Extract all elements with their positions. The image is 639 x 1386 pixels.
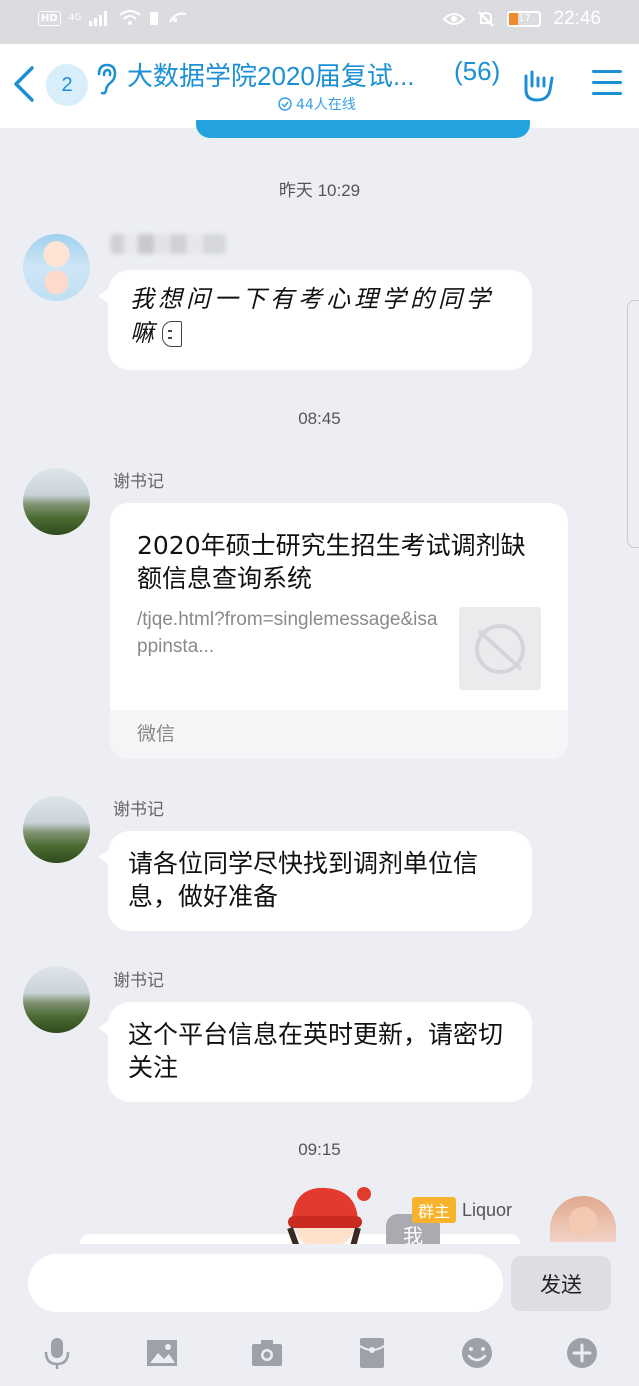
chat-header: 2 大数据学院2020届复试... (56) 44人在线 (0, 44, 639, 128)
message-input[interactable] (28, 1254, 503, 1312)
sender-name: 谢书记 (113, 472, 164, 492)
message-text: 我想问一下有考心理学的同学嘛 (130, 285, 494, 347)
sender-name: 谢书记 (113, 800, 164, 820)
signal-icon (89, 11, 108, 26)
camera-icon[interactable] (250, 1336, 284, 1370)
message-bubble[interactable]: 这个平台信息在英时更新，请密切关注 (98, 1002, 532, 1102)
timestamp: 昨天 10:29 (278, 181, 361, 200)
card-thumbnail (459, 607, 541, 690)
plus-icon[interactable] (565, 1336, 599, 1370)
member-count: (56) (454, 56, 501, 86)
mute-bell-icon (478, 11, 495, 27)
battery-level: 17 (518, 13, 531, 24)
sim-icon (150, 12, 159, 25)
app-notification-icon (169, 12, 187, 23)
red-packet-icon[interactable] (355, 1336, 389, 1370)
back-arrow-icon[interactable] (6, 62, 42, 106)
clock: 22:46 (553, 8, 601, 29)
status-right: 17 22:46 (443, 8, 601, 30)
sender-header: 群主 Liquor (412, 1197, 512, 1223)
input-bar: 发送 (0, 1244, 639, 1386)
status-bar: HD 4G 17 22:46 (0, 0, 639, 44)
emoji-icon (162, 321, 182, 347)
unread-badge[interactable]: 2 (46, 64, 88, 106)
online-check-icon (278, 97, 292, 111)
microphone-icon[interactable] (40, 1336, 74, 1370)
network-type: 4G (68, 13, 82, 23)
avatar[interactable] (23, 796, 90, 863)
status-left: HD 4G (38, 10, 189, 26)
avatar[interactable] (23, 966, 90, 1033)
card-title: 2020年硕士研究生招生考试调剂缺额信息查询系统 (137, 531, 526, 593)
online-count: 44人在线 (296, 97, 356, 113)
timestamp: 08:45 (298, 409, 341, 428)
planet-icon (475, 624, 525, 674)
eye-icon (443, 13, 466, 25)
card-description: /tjqe.html?from=singlemessage&isappinsta… (137, 609, 438, 657)
online-status: 44人在线 (278, 94, 356, 114)
image-icon[interactable] (145, 1336, 179, 1370)
menu-icon[interactable] (592, 70, 622, 100)
owner-badge: 群主 (412, 1197, 457, 1223)
message-text: 请各位同学尽快找到调剂单位信息，做好准备 (128, 849, 479, 911)
message-text: 这个平台信息在英时更新，请密切关注 (128, 1020, 504, 1082)
hd-indicator: HD (38, 10, 61, 26)
battery-icon: 17 (507, 11, 542, 27)
card-source: 微信 (110, 710, 568, 759)
sticker-girl-hat-icon (287, 1187, 371, 1250)
sender-name-blurred (110, 234, 226, 254)
message-bubble[interactable]: 请各位同学尽快找到调剂单位信息，做好准备 (98, 831, 532, 931)
sender-name: Liquor (462, 1199, 513, 1220)
group-title[interactable]: 大数据学院2020届复试... (127, 56, 415, 93)
wifi-icon (119, 10, 141, 25)
emoji-icon[interactable] (460, 1336, 494, 1370)
message-bubble[interactable]: 我想问一下有考心理学的同学嘛 (98, 270, 532, 370)
send-button[interactable]: 发送 (511, 1256, 611, 1311)
timestamp: 09:15 (298, 1140, 341, 1159)
sender-name: 谢书记 (113, 971, 164, 991)
hand-gesture-icon[interactable] (520, 66, 556, 104)
ear-icon[interactable] (92, 62, 118, 96)
avatar[interactable] (23, 468, 90, 535)
avatar[interactable] (550, 1196, 616, 1242)
pinned-banner[interactable] (196, 120, 530, 138)
link-card[interactable]: 2020年硕士研究生招生考试调剂缺额信息查询系统 /tjqe.html?from… (110, 503, 568, 759)
avatar[interactable] (23, 234, 90, 301)
